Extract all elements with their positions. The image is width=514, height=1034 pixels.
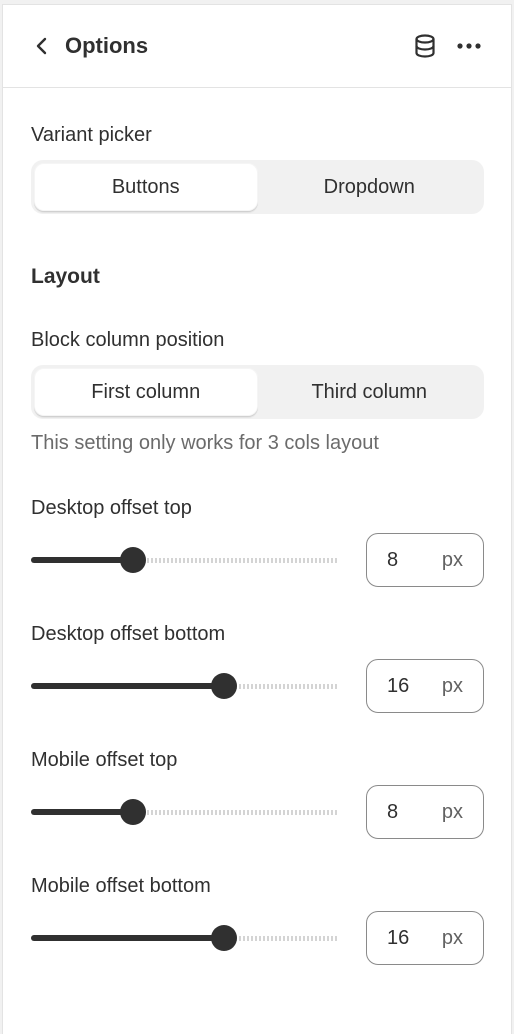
block-column-help-text: This setting only works for 3 cols layou… xyxy=(31,432,379,454)
desktop-offset-top-slider[interactable] xyxy=(31,547,339,573)
mobile-offset-bottom-slider[interactable] xyxy=(31,925,339,951)
mobile-offset-top-slider[interactable] xyxy=(31,799,339,825)
layout-heading: Layout xyxy=(31,265,100,288)
variant-picker-segmented: Buttons Dropdown xyxy=(31,160,484,214)
input-value[interactable]: 16 xyxy=(387,927,442,950)
back-button[interactable] xyxy=(31,35,53,57)
mobile-offset-bottom-label: Mobile offset bottom xyxy=(31,875,211,897)
input-unit: px xyxy=(441,548,463,571)
input-value[interactable]: 8 xyxy=(387,801,442,824)
more-horizontal-icon xyxy=(457,43,481,49)
block-column-position-label: Block column position xyxy=(31,329,225,351)
variant-picker-option-dropdown[interactable]: Dropdown xyxy=(258,163,482,211)
column-option-third[interactable]: Third column xyxy=(258,368,482,416)
variant-picker-option-buttons[interactable]: Buttons xyxy=(34,163,258,211)
input-unit: px xyxy=(441,800,463,823)
input-unit: px xyxy=(441,674,463,697)
slider-thumb[interactable] xyxy=(211,673,238,699)
database-icon xyxy=(415,34,435,58)
slider-fill xyxy=(31,557,133,563)
slider-thumb[interactable] xyxy=(211,925,238,951)
input-value[interactable]: 8 xyxy=(387,549,442,572)
desktop-offset-top-input[interactable]: 8 px xyxy=(366,533,484,587)
variant-picker-label: Variant picker xyxy=(31,124,152,146)
mobile-offset-top-label: Mobile offset top xyxy=(31,749,178,771)
panel-header: Options xyxy=(3,5,511,88)
desktop-offset-bottom-label: Desktop offset bottom xyxy=(31,623,226,645)
header-actions xyxy=(411,32,483,60)
more-actions-button[interactable] xyxy=(455,32,483,60)
desktop-offset-bottom-input[interactable]: 16 px xyxy=(366,659,484,713)
desktop-offset-bottom-row: 16 px xyxy=(31,659,484,713)
slider-fill xyxy=(31,683,225,689)
input-unit: px xyxy=(441,926,463,949)
dynamic-source-button[interactable] xyxy=(411,32,439,60)
chevron-left-icon xyxy=(36,37,47,55)
slider-fill xyxy=(31,935,225,941)
slider-fill xyxy=(31,809,133,815)
block-column-position-segmented: First column Third column xyxy=(31,365,484,419)
mobile-offset-top-row: 8 px xyxy=(31,785,484,839)
slider-thumb[interactable] xyxy=(119,547,146,573)
panel-content: Variant picker Buttons Dropdown Layout B… xyxy=(3,124,511,965)
mobile-offset-bottom-row: 16 px xyxy=(31,911,484,965)
column-option-first[interactable]: First column xyxy=(34,368,258,416)
mobile-offset-top-input[interactable]: 8 px xyxy=(366,785,484,839)
desktop-offset-bottom-slider[interactable] xyxy=(31,673,339,699)
slider-thumb[interactable] xyxy=(119,799,146,825)
input-value[interactable]: 16 xyxy=(387,675,442,698)
desktop-offset-top-label: Desktop offset top xyxy=(31,497,192,519)
desktop-offset-top-row: 8 px xyxy=(31,533,484,587)
page-title: Options xyxy=(65,33,149,58)
options-panel: Options Variant picker Buttons Dropdown … xyxy=(2,4,512,1034)
mobile-offset-bottom-input[interactable]: 16 px xyxy=(366,911,484,965)
